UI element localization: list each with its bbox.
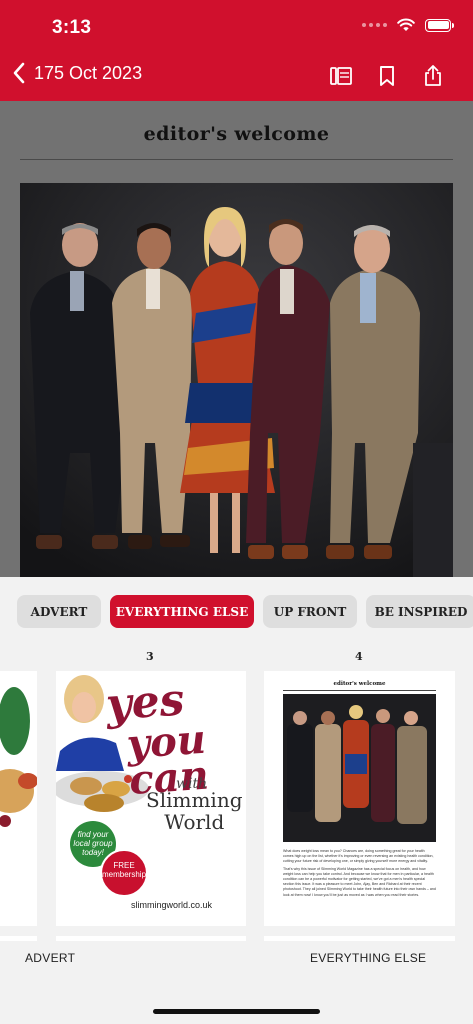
bookmark-icon[interactable] xyxy=(375,64,399,88)
tab-everything-else[interactable]: EVERYTHING ELSE xyxy=(110,595,254,628)
page-edge xyxy=(0,936,37,941)
tab-be-inspired[interactable]: BE INSPIRED xyxy=(366,595,473,628)
mini-paragraph: What does weight loss mean to you? Chanc… xyxy=(283,849,434,864)
chevron-left-icon xyxy=(13,62,25,84)
status-indicators xyxy=(362,18,454,32)
ad-brand-line1: Slimming xyxy=(146,788,243,812)
thumbnail-section-label: EVERYTHING ELSE xyxy=(310,951,427,965)
page-edge xyxy=(56,936,246,941)
mini-heading-divider xyxy=(283,690,436,691)
page-viewer[interactable]: editor's welcome xyxy=(0,101,473,577)
team-photo xyxy=(20,183,453,577)
ad-website: slimmingworld.co.uk xyxy=(131,900,213,910)
mini-page-body: What does weight loss mean to you? Chanc… xyxy=(283,849,436,900)
free-membership-badge: FREE membership xyxy=(100,849,148,897)
navigation-bar: 175 Oct 2023 xyxy=(0,56,473,98)
home-indicator[interactable] xyxy=(153,1009,320,1014)
mini-team-photo xyxy=(283,694,436,842)
page-edge xyxy=(264,936,455,941)
app-header: 3:13 175 Oct 2023 xyxy=(0,0,473,101)
battery-icon xyxy=(425,18,454,32)
page-thumbnail-4[interactable]: editor's welcome What does weight loss m… xyxy=(264,671,455,926)
back-button[interactable]: 175 Oct 2023 xyxy=(12,62,142,84)
page-thumbnail-3[interactable]: yes you can with Slimming World find you… xyxy=(56,671,246,926)
thumbnail-section-label: ADVERT xyxy=(25,951,76,965)
mini-page-heading: editor's welcome xyxy=(333,681,386,687)
wifi-icon xyxy=(397,18,415,31)
ad-brand-line2: World xyxy=(164,810,225,834)
page-thumbnail-partial[interactable] xyxy=(0,671,37,926)
page-heading: editor's welcome xyxy=(143,123,330,145)
status-time: 3:13 xyxy=(52,17,92,38)
heading-divider xyxy=(20,159,453,160)
share-icon[interactable] xyxy=(421,64,445,88)
tab-advert[interactable]: ADVERT xyxy=(17,595,101,628)
cellular-signal-icon xyxy=(362,23,387,27)
page-number: 4 xyxy=(355,650,363,663)
ad-brand-logo: Slimming World xyxy=(146,789,243,833)
issue-title: 175 Oct 2023 xyxy=(34,62,143,83)
pages-grid-icon[interactable] xyxy=(329,64,353,88)
page-number: 3 xyxy=(146,650,154,663)
tab-up-front[interactable]: UP FRONT xyxy=(263,595,357,628)
section-tabs: ADVERT EVERYTHING ELSE UP FRONT BE INSPI… xyxy=(17,595,473,628)
mini-paragraph: That's why this issue of Slimming World … xyxy=(283,866,436,897)
